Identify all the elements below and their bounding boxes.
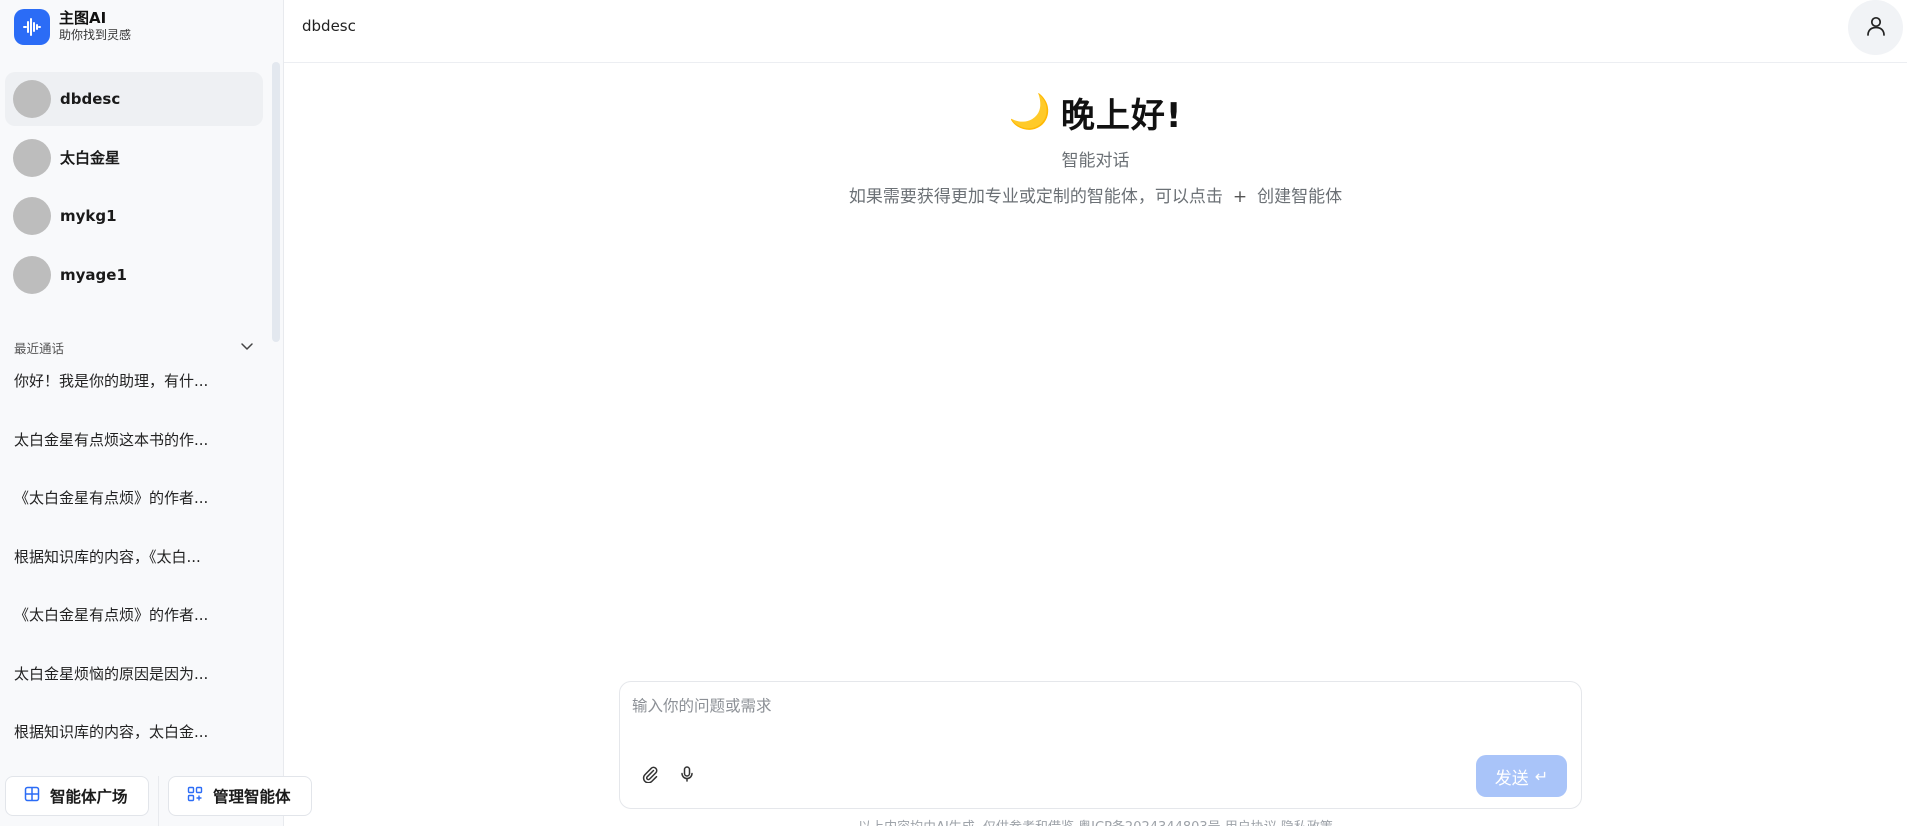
composer: 发送 ↵	[619, 681, 1582, 809]
page-title: dbdesc	[302, 17, 356, 35]
enter-icon: ↵	[1534, 766, 1549, 786]
list-item[interactable]: 《太白金星有点烦》的作者...	[14, 604, 264, 663]
avatar	[13, 255, 51, 294]
list-item[interactable]: 太白金星有点烦这本书的作...	[14, 429, 264, 488]
recent-list: 你好！我是你的助理，有什... 太白金星有点烦这本书的作... 《太白金星有点烦…	[14, 370, 264, 780]
sidebar: 主图AI 助你找到灵感 dbdesc 太白金星 mykg1 myage1 最近通…	[0, 0, 284, 826]
mode-subtitle: 智能对话	[1061, 151, 1130, 171]
user-button[interactable]	[1848, 0, 1903, 55]
agent-name: 太白金星	[60, 149, 121, 167]
agent-item-myage1[interactable]: myage1	[5, 248, 263, 302]
waveform-logo-icon	[14, 9, 50, 45]
brand[interactable]: 主图AI 助你找到灵感	[14, 8, 131, 46]
brand-subtitle: 助你找到灵感	[59, 28, 132, 42]
brand-title: 主图AI	[59, 9, 107, 27]
agent-plaza-label: 智能体广场	[50, 788, 128, 806]
footer-note: 以上内容均由AI生成, 仅供参考和借鉴 粤ICP备2024344803号 用户协…	[284, 816, 1907, 826]
agent-item-mykg1[interactable]: mykg1	[5, 189, 263, 243]
list-item[interactable]: 你好！我是你的助理，有什...	[14, 370, 264, 429]
paperclip-icon[interactable]	[638, 762, 662, 786]
microphone-icon[interactable]	[675, 762, 699, 786]
recent-header[interactable]: 最近通话	[14, 336, 254, 358]
moon-icon: 🌙	[1008, 92, 1051, 132]
grid-icon	[24, 786, 40, 806]
list-item[interactable]: 太白金星烦恼的原因是因为...	[14, 663, 264, 722]
divider	[158, 776, 159, 826]
hint-text: 如果需要获得更加专业或定制的智能体，可以点击	[848, 187, 1223, 207]
top-bar: dbdesc	[284, 0, 1907, 63]
list-item[interactable]: 根据知识库的内容，太白金...	[14, 721, 264, 780]
create-agent-link[interactable]: 创建智能体	[1257, 187, 1342, 207]
agent-name: dbdesc	[60, 90, 121, 108]
greeting-text: 晚上好!	[1060, 95, 1183, 136]
agent-item-dbdesc[interactable]: dbdesc	[5, 72, 263, 126]
manage-agents-button[interactable]: 管理智能体	[168, 776, 312, 816]
manage-agents-label: 管理智能体	[213, 788, 291, 806]
user-icon	[1865, 15, 1887, 41]
avatar	[13, 138, 51, 177]
avatar	[13, 80, 51, 118]
create-agent-hint: 如果需要获得更加专业或定制的智能体，可以点击 + 创建智能体	[284, 182, 1907, 207]
recent-title: 最近通话	[14, 340, 65, 356]
avatar	[13, 197, 51, 235]
agent-list: dbdesc 太白金星 mykg1 myage1	[5, 72, 263, 306]
agent-name: myage1	[60, 265, 127, 284]
list-item[interactable]: 根据知识库的内容，《太白...	[14, 546, 264, 605]
chevron-down-icon[interactable]	[240, 338, 254, 357]
agent-item-taibaijinxing[interactable]: 太白金星	[5, 131, 263, 185]
plus-icon[interactable]: +	[1233, 187, 1247, 207]
list-item[interactable]: 《太白金星有点烦》的作者...	[14, 487, 264, 546]
send-label: 发送	[1494, 768, 1529, 789]
message-input[interactable]	[632, 694, 1562, 744]
agent-plaza-button[interactable]: 智能体广场	[5, 776, 149, 816]
grid-plus-icon	[187, 786, 203, 806]
greeting: 🌙 晚上好!	[284, 88, 1907, 136]
send-button[interactable]: 发送 ↵	[1476, 755, 1567, 797]
sidebar-scrollbar[interactable]	[272, 62, 280, 342]
agent-name: mykg1	[60, 207, 117, 225]
